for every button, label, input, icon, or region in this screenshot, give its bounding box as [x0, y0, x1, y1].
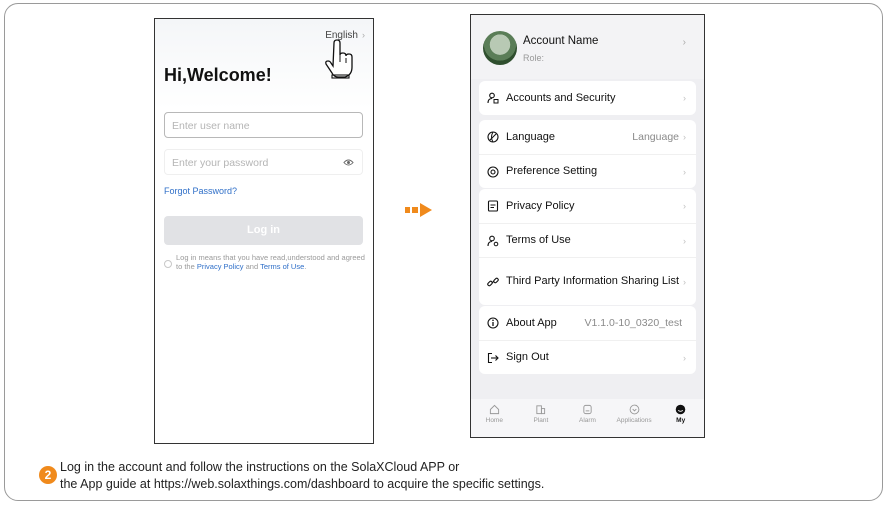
- privacy-policy-link[interactable]: Privacy Policy: [197, 262, 244, 271]
- user-security-icon: [487, 92, 499, 104]
- document-icon: [487, 200, 499, 212]
- agreement-checkbox[interactable]: [164, 260, 172, 268]
- menu-item-terms-of-use[interactable]: Terms of Use ›: [479, 223, 696, 257]
- chevron-right-icon: ›: [683, 235, 686, 246]
- account-header[interactable]: Account Name Role: ›: [471, 15, 704, 79]
- menu-label: Preference Setting: [506, 165, 598, 177]
- app-version: V1.1.0-10_0320_test: [584, 317, 683, 329]
- menu-group-settings: Language Language › Preference Setting ›: [479, 120, 696, 188]
- terms-of-use-link[interactable]: Terms of Use: [260, 262, 304, 271]
- my-screen: Account Name Role: › Accounts and Securi…: [470, 14, 705, 438]
- bottom-tab-bar: Home Plant Alarm Applications My: [471, 399, 704, 437]
- welcome-heading: Hi,Welcome!: [164, 65, 272, 85]
- login-button[interactable]: Log in: [164, 216, 363, 245]
- tab-label: Home: [485, 417, 503, 424]
- username-input[interactable]: Enter user name: [164, 112, 363, 138]
- menu-label: Language: [506, 130, 555, 143]
- chevron-right-icon: ›: [683, 93, 686, 103]
- preference-icon: [487, 165, 499, 178]
- caption-line-1: Log in the account and follow the instru…: [60, 460, 460, 474]
- menu-group-account: Accounts and Security ›: [479, 81, 696, 115]
- my-icon: [675, 404, 686, 415]
- menu-label: About App: [506, 316, 557, 329]
- menu-label: Third Party Information Sharing List: [506, 275, 680, 287]
- account-role: Role:: [523, 53, 545, 63]
- menu-item-about-app[interactable]: About App V1.1.0-10_0320_test: [479, 306, 696, 340]
- tab-alarm[interactable]: Alarm: [564, 399, 611, 437]
- alarm-icon: [583, 404, 592, 415]
- menu-item-third-party[interactable]: Third Party Information Sharing List ›: [479, 257, 696, 305]
- step-number-badge: 2: [39, 466, 57, 484]
- menu-item-language[interactable]: Language Language ›: [479, 120, 696, 154]
- menu-label: Sign Out: [506, 351, 549, 363]
- account-name: Account Name: [523, 35, 599, 47]
- instruction-caption: Log in the account and follow the instru…: [60, 459, 544, 493]
- forgot-password-link[interactable]: Forgot Password?: [164, 186, 237, 196]
- menu-group-app: About App V1.1.0-10_0320_test Sign Out ›: [479, 306, 696, 374]
- applications-icon: [629, 404, 639, 415]
- menu-label: Privacy Policy: [506, 199, 575, 212]
- chevron-right-icon: ›: [683, 352, 686, 363]
- password-placeholder: Enter your password: [172, 157, 269, 169]
- plant-icon: [536, 405, 546, 415]
- username-placeholder: Enter user name: [172, 120, 250, 132]
- tab-home[interactable]: Home: [471, 399, 518, 437]
- tab-plant[interactable]: Plant: [518, 399, 565, 437]
- home-icon: [489, 404, 499, 415]
- agreement-suffix: .: [304, 261, 307, 271]
- menu-item-preference[interactable]: Preference Setting ›: [479, 154, 696, 188]
- chevron-right-icon: ›: [683, 132, 686, 142]
- tab-label: My: [676, 417, 686, 424]
- avatar: [483, 31, 517, 65]
- eye-icon[interactable]: [343, 158, 354, 167]
- tab-my[interactable]: My: [657, 399, 704, 437]
- chevron-right-icon: ›: [683, 166, 686, 177]
- agreement-and: and: [243, 261, 261, 271]
- menu-label: Terms of Use: [506, 234, 571, 246]
- tab-label: Plant: [533, 417, 549, 424]
- chevron-right-icon: ›: [683, 201, 686, 211]
- instruction-frame: [4, 3, 883, 501]
- chevron-right-icon: ›: [682, 37, 686, 48]
- menu-label: Accounts and Security: [506, 91, 616, 104]
- chevron-right-icon: ›: [362, 30, 365, 40]
- link-icon: [487, 277, 499, 286]
- menu-group-legal: Privacy Policy › Terms of Use › Third Pa…: [479, 189, 696, 305]
- caption-line-2: the App guide at https://web.solaxthings…: [60, 477, 545, 491]
- tab-label: Alarm: [578, 417, 596, 424]
- password-input[interactable]: Enter your password: [164, 149, 363, 175]
- sign-out-icon: [487, 352, 499, 363]
- tab-applications[interactable]: Applications: [611, 399, 658, 437]
- hand-pointer-icon: [325, 39, 353, 79]
- login-screen: English › Hi,Welcome! Enter user name Ent…: [154, 18, 374, 444]
- tab-label: Applications: [616, 417, 652, 424]
- arrow-right-icon: [405, 203, 432, 217]
- menu-item-privacy-policy[interactable]: Privacy Policy ›: [479, 189, 696, 223]
- terms-user-icon: [487, 235, 499, 246]
- language-icon: [487, 131, 499, 143]
- menu-item-accounts-security[interactable]: Accounts and Security ›: [479, 81, 696, 115]
- agreement-text: Log in means that you have read,understo…: [164, 253, 369, 271]
- info-icon: [487, 317, 499, 329]
- chevron-right-icon: ›: [683, 276, 686, 287]
- language-value: Language: [632, 131, 679, 143]
- menu-item-sign-out[interactable]: Sign Out ›: [479, 340, 696, 374]
